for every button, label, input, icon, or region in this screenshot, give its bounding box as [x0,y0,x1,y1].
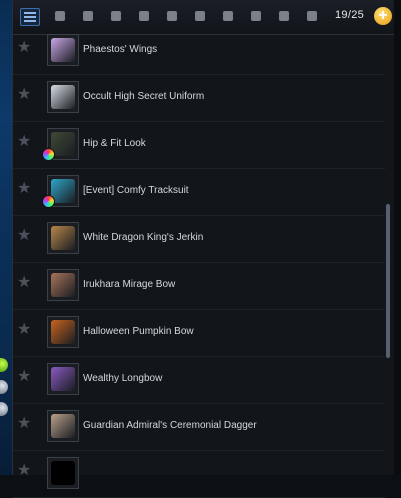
wings-icon [47,34,79,66]
menu-icon[interactable] [20,8,40,26]
item-name: Hip & Fit Look [83,138,146,149]
wings-icon[interactable] [108,8,124,24]
item-name: Irukhara Mirage Bow [83,279,176,290]
favorite-star-icon[interactable]: ★ [17,322,31,338]
dagger-icon [47,410,79,442]
favorite-star-icon[interactable]: ★ [17,40,31,56]
dye-palette-icon [42,148,55,161]
list-item[interactable]: ★ Occult High Secret Uniform [13,75,385,122]
add-slot-button[interactable]: + [374,7,392,25]
hand-icon[interactable] [192,8,208,24]
scrollbar-thumb[interactable] [386,204,390,358]
jerkin-icon [47,222,79,254]
uniform-icon [47,81,79,113]
longbow-icon [47,363,79,395]
item-name: White Dragon King's Jerkin [83,232,204,243]
list-item[interactable]: ★ Guardian Admiral's Ceremonial Dagger [13,404,385,451]
item-name: Phaestos' Wings [83,44,158,55]
favorite-star-icon[interactable]: ★ [17,181,31,197]
wardrobe-panel: 19/25 + ★ Phaestos' Wings ★ Occult High Sec… [12,0,401,498]
favorite-star-icon[interactable]: ★ [17,369,31,385]
ring-icon[interactable] [304,8,320,24]
favorite-star-icon[interactable]: ★ [17,416,31,432]
item-name: Wealthy Longbow [83,373,163,384]
list-item[interactable]: ★ Irukhara Mirage Bow [13,263,385,310]
shield-icon[interactable] [164,8,180,24]
item-name: Guardian Admiral's Ceremonial Dagger [83,420,257,431]
favorite-star-icon[interactable]: ★ [17,87,31,103]
empty-slot-icon [47,457,79,489]
list-item[interactable]: ★ Phaestos' Wings [13,28,385,75]
favorite-star-icon[interactable]: ★ [17,134,31,150]
item-name: [Event] Comfy Tracksuit [83,185,189,196]
bow-icon [47,316,79,348]
gloves-icon[interactable] [220,8,236,24]
item-name: Occult High Secret Uniform [83,91,205,102]
item-name: Halloween Pumpkin Bow [83,326,194,337]
list-item[interactable]: ★ Hip & Fit Look [13,122,385,169]
favorite-star-icon[interactable]: ★ [17,463,31,479]
list-item[interactable]: ★ Wealthy Longbow [13,357,385,404]
accessory-icon[interactable] [248,8,264,24]
helmet-icon[interactable] [52,8,68,24]
bow-icon [47,269,79,301]
bow-icon[interactable] [276,8,292,24]
sword-icon[interactable] [136,8,152,24]
dye-palette-icon [42,195,55,208]
list-item[interactable]: ★ Halloween Pumpkin Bow [13,310,385,357]
list-item[interactable]: ★ [Event] Comfy Tracksuit [13,169,385,216]
armor-icon[interactable] [80,8,96,24]
panel-edge [394,0,401,475]
list-item[interactable]: ★ White Dragon King's Jerkin [13,216,385,263]
item-count: 19/25 [335,9,365,21]
favorite-star-icon[interactable]: ★ [17,228,31,244]
item-list: ★ Phaestos' Wings ★ Occult High Secret Unif… [13,28,385,498]
favorite-star-icon[interactable]: ★ [17,275,31,291]
